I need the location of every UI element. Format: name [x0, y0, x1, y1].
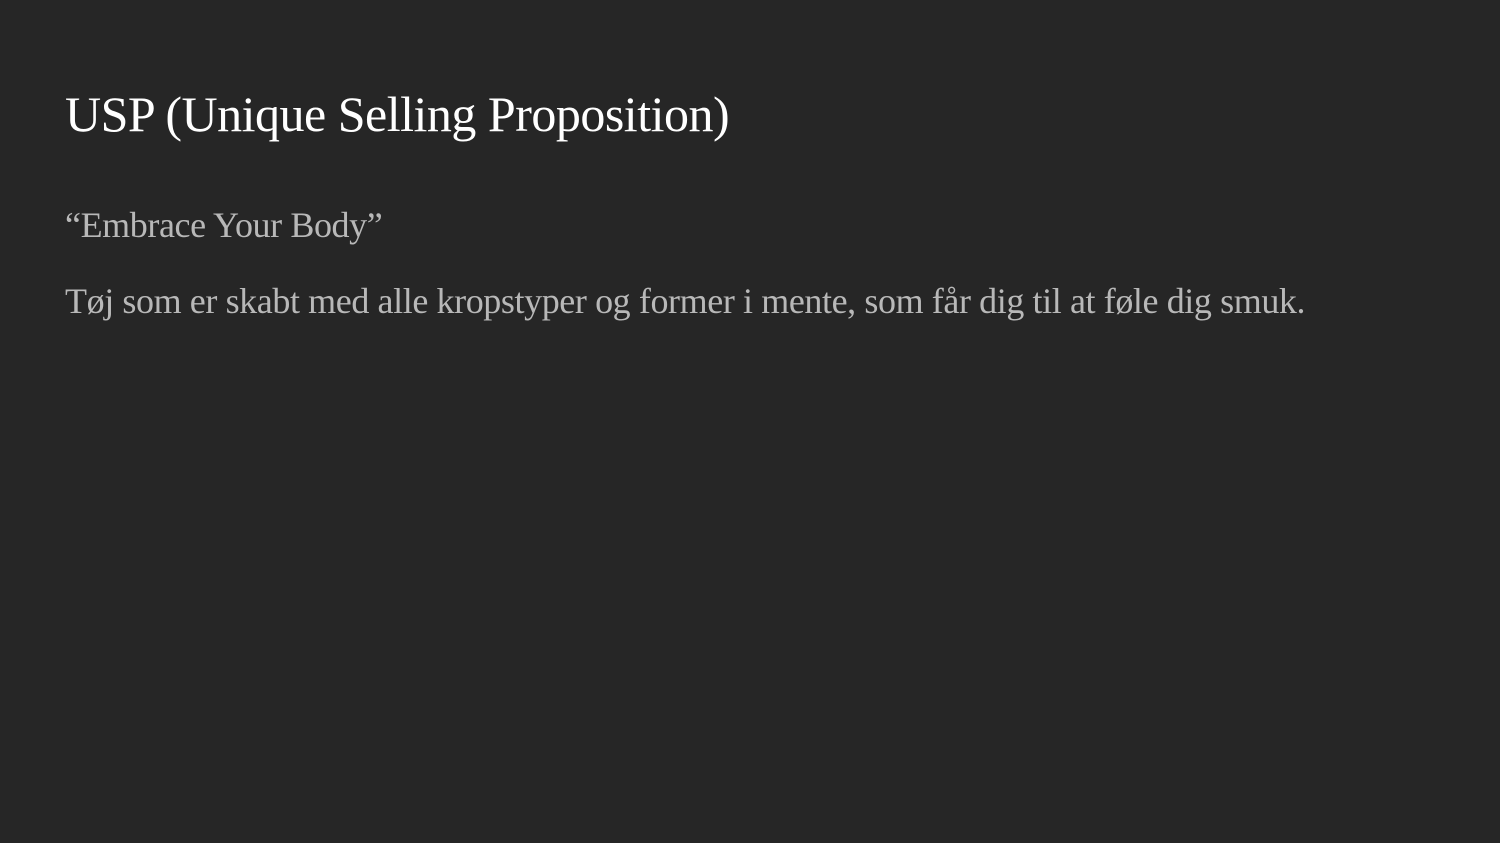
slide-tagline: “Embrace Your Body” [65, 205, 383, 245]
presentation-slide: USP (Unique Selling Proposition) “Embrac… [0, 0, 1500, 843]
slide-description: Tøj som er skabt med alle kropstyper og … [65, 281, 1306, 321]
slide-title: USP (Unique Selling Proposition) [65, 86, 730, 142]
